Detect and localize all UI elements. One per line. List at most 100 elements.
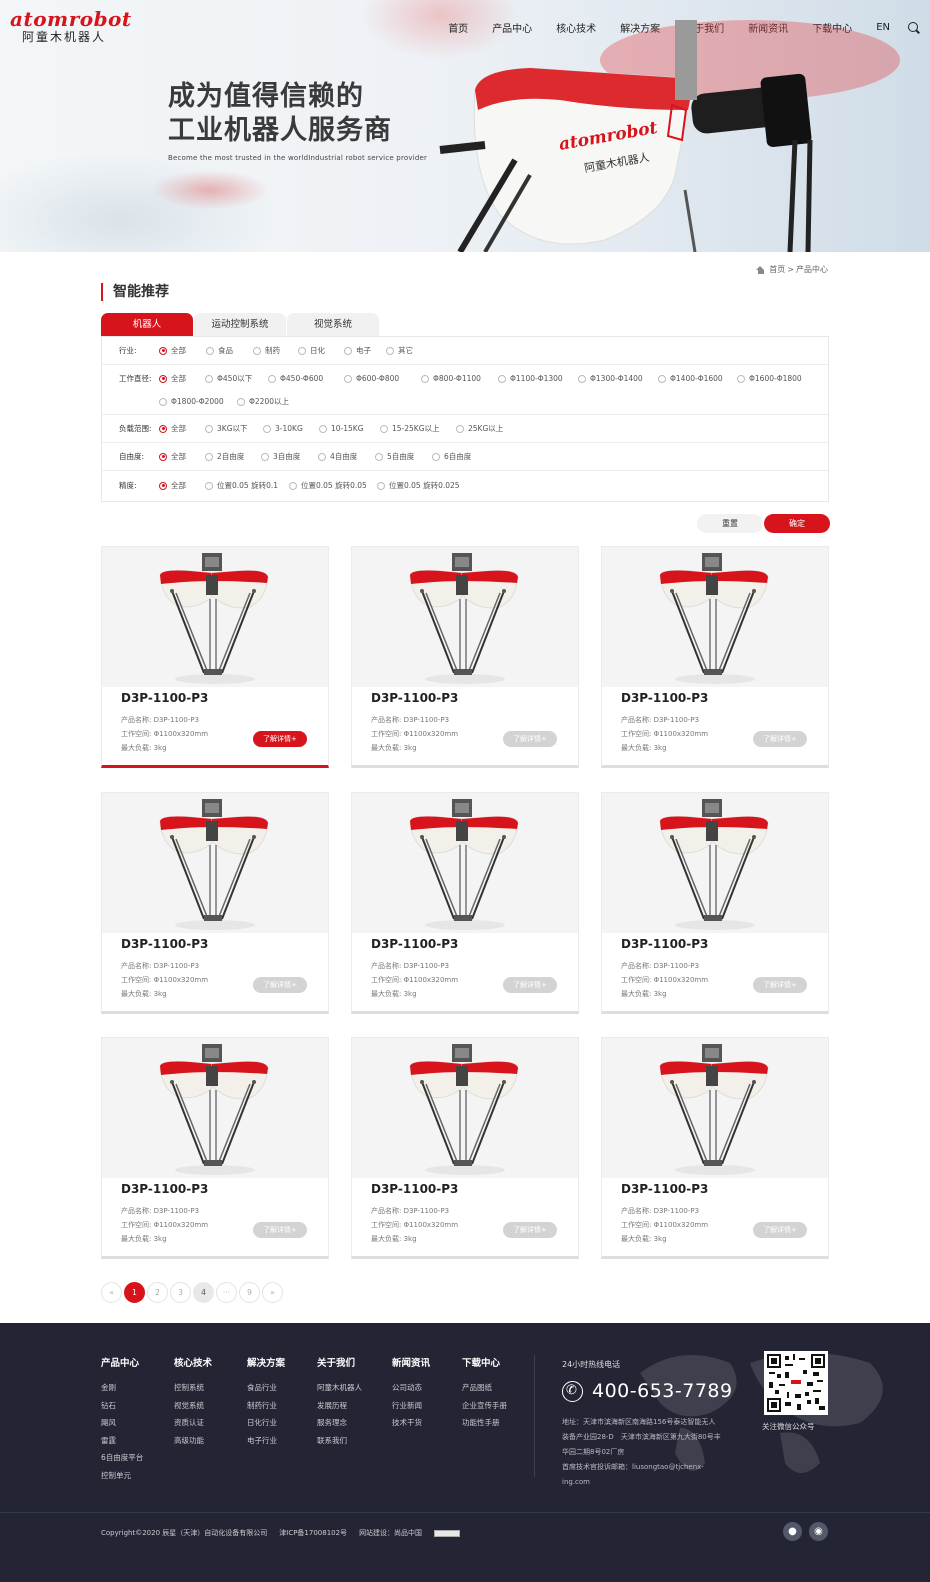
footer-col-title[interactable]: 核心技术 (174, 1355, 212, 1369)
learn-more-button[interactable]: 了解详情+ (753, 731, 807, 747)
filter-option[interactable]: Φ800-Φ1100 (421, 367, 498, 390)
footer-link[interactable]: 资质认证 (174, 1414, 212, 1432)
product-card[interactable]: D3P-1100-P3 产品名称: D3P-1100-P3 工作空间: Φ1100x… (101, 546, 329, 768)
filter-option[interactable]: 3自由度 (261, 445, 318, 468)
learn-more-button[interactable]: 了解详情+ (253, 731, 307, 747)
filter-option[interactable]: Φ2200以上 (237, 390, 307, 413)
filter-option[interactable]: 3KG以下 (205, 417, 263, 440)
page-2[interactable]: 2 (147, 1282, 168, 1303)
learn-more-button[interactable]: 了解详情+ (753, 977, 807, 993)
footer-link[interactable]: 视觉系统 (174, 1397, 212, 1415)
footer-link[interactable]: 控制系统 (174, 1379, 212, 1397)
product-name[interactable]: D3P-1100-P3 (621, 691, 708, 705)
filter-option[interactable]: 10-15KG (319, 417, 380, 440)
filter-option[interactable]: 全部 (159, 445, 205, 468)
footer-link[interactable]: 高级功能 (174, 1432, 212, 1450)
filter-option[interactable]: 食品 (206, 339, 253, 362)
tab-robot[interactable]: 机器人 (101, 313, 193, 337)
product-card[interactable]: D3P-1100-P3 产品名称: D3P-1100-P3 工作空间: Φ1100x… (351, 792, 579, 1014)
reset-button[interactable]: 重置 (697, 514, 763, 533)
footer-link[interactable]: 公司动态 (392, 1379, 430, 1397)
product-image-area[interactable] (352, 547, 578, 687)
filter-option[interactable]: 位置0.05 旋转0.025 (377, 474, 472, 497)
product-name[interactable]: D3P-1100-P3 (371, 1182, 458, 1196)
filter-option[interactable]: 5自由度 (375, 445, 432, 468)
product-image-area[interactable] (602, 1038, 828, 1178)
filter-option[interactable]: 其它 (386, 339, 428, 362)
product-image-area[interactable] (352, 793, 578, 933)
footer-link[interactable]: 服务理念 (317, 1414, 362, 1432)
footer-col-title[interactable]: 产品中心 (101, 1355, 143, 1369)
footer-link[interactable]: 日化行业 (247, 1414, 285, 1432)
product-name[interactable]: D3P-1100-P3 (121, 691, 208, 705)
filter-option[interactable]: 制药 (253, 339, 298, 362)
learn-more-button[interactable]: 了解详情+ (503, 977, 557, 993)
footer-col-title[interactable]: 解决方案 (247, 1355, 285, 1369)
wechat-icon[interactable]: ● (783, 1522, 802, 1541)
product-name[interactable]: D3P-1100-P3 (371, 691, 458, 705)
product-name[interactable]: D3P-1100-P3 (621, 937, 708, 951)
filter-option[interactable]: 2自由度 (205, 445, 261, 468)
footer-link[interactable]: 制药行业 (247, 1397, 285, 1415)
footer-link[interactable]: 控制单元 (101, 1467, 143, 1485)
filter-option[interactable]: 日化 (298, 339, 344, 362)
product-image-area[interactable] (102, 793, 328, 933)
footer-link[interactable]: 飓风 (101, 1414, 143, 1432)
filter-option[interactable]: 电子 (344, 339, 386, 362)
footer-link[interactable]: 行业新闻 (392, 1397, 430, 1415)
cnzz-badge-icon[interactable] (434, 1529, 461, 1537)
footer-col-title[interactable]: 下载中心 (462, 1355, 507, 1369)
footer-link[interactable]: 产品图纸 (462, 1379, 507, 1397)
footer-link[interactable]: 功能性手册 (462, 1414, 507, 1432)
footer-link[interactable]: 电子行业 (247, 1432, 285, 1450)
filter-option[interactable]: 25KG以上 (456, 417, 516, 440)
filter-option[interactable]: Φ600-Φ800 (344, 367, 421, 390)
hotline-number[interactable]: 400-653-7789 (592, 1380, 733, 1402)
footer-link[interactable]: 技术干货 (392, 1414, 430, 1432)
filter-option[interactable]: Φ1600-Φ1800 (737, 367, 813, 390)
product-image-area[interactable] (602, 547, 828, 687)
product-card[interactable]: D3P-1100-P3 产品名称: D3P-1100-P3 工作空间: Φ1100x… (101, 792, 329, 1014)
filter-option[interactable]: Φ1400-Φ1600 (658, 367, 737, 390)
learn-more-button[interactable]: 了解详情+ (503, 1222, 557, 1238)
product-image-area[interactable] (352, 1038, 578, 1178)
filter-option[interactable]: 4自由度 (318, 445, 375, 468)
filter-option[interactable]: 15-25KG以上 (380, 417, 456, 440)
footer-link[interactable]: 阿童木机器人 (317, 1379, 362, 1397)
product-card[interactable]: D3P-1100-P3 产品名称: D3P-1100-P3 工作空间: Φ1100x… (351, 546, 579, 768)
filter-option[interactable]: Φ1100-Φ1300 (498, 367, 578, 390)
page-9[interactable]: 9 (239, 1282, 260, 1303)
product-card[interactable]: D3P-1100-P3 产品名称: D3P-1100-P3 工作空间: Φ1100x… (601, 546, 829, 768)
footer-link[interactable]: 食品行业 (247, 1379, 285, 1397)
footer-col-title[interactable]: 关于我们 (317, 1355, 362, 1369)
icp-link[interactable]: 津ICP备17008102号 (279, 1528, 347, 1538)
tab-motion-control[interactable]: 运动控制系统 (194, 313, 286, 337)
filter-option[interactable]: Φ450以下 (205, 367, 268, 390)
filter-option[interactable]: 全部 (159, 339, 206, 362)
filter-option[interactable]: 位置0.05 旋转0.05 (289, 474, 377, 497)
footer-link[interactable]: 金刚 (101, 1379, 143, 1397)
product-name[interactable]: D3P-1100-P3 (371, 937, 458, 951)
page-next[interactable]: » (262, 1282, 283, 1303)
filter-option[interactable]: Φ450-Φ600 (268, 367, 344, 390)
product-card[interactable]: D3P-1100-P3 产品名称: D3P-1100-P3 工作空间: Φ1100x… (351, 1037, 579, 1259)
filter-option[interactable]: 位置0.05 旋转0.1 (205, 474, 289, 497)
page-4[interactable]: 4 (193, 1282, 214, 1303)
filter-option[interactable]: 全部 (159, 417, 205, 440)
confirm-button[interactable]: 确定 (764, 514, 830, 533)
page-3[interactable]: 3 (170, 1282, 191, 1303)
learn-more-button[interactable]: 了解详情+ (753, 1222, 807, 1238)
product-image-area[interactable] (102, 1038, 328, 1178)
footer-col-title[interactable]: 新闻资讯 (392, 1355, 430, 1369)
footer-link[interactable]: 企业宣传手册 (462, 1397, 507, 1415)
brand-logo[interactable]: atomrobot 阿童木机器人 (10, 8, 132, 44)
built-by-link[interactable]: 网站建设：尚品中国 (359, 1528, 422, 1538)
product-name[interactable]: D3P-1100-P3 (121, 1182, 208, 1196)
footer-link[interactable]: 联系我们 (317, 1432, 362, 1450)
product-image-area[interactable] (602, 793, 828, 933)
tab-vision-system[interactable]: 视觉系统 (287, 313, 379, 337)
learn-more-button[interactable]: 了解详情+ (253, 1222, 307, 1238)
product-card[interactable]: D3P-1100-P3 产品名称: D3P-1100-P3 工作空间: Φ1100x… (601, 792, 829, 1014)
product-card[interactable]: D3P-1100-P3 产品名称: D3P-1100-P3 工作空间: Φ1100x… (101, 1037, 329, 1259)
filter-option[interactable]: Φ1800-Φ2000 (159, 390, 237, 413)
